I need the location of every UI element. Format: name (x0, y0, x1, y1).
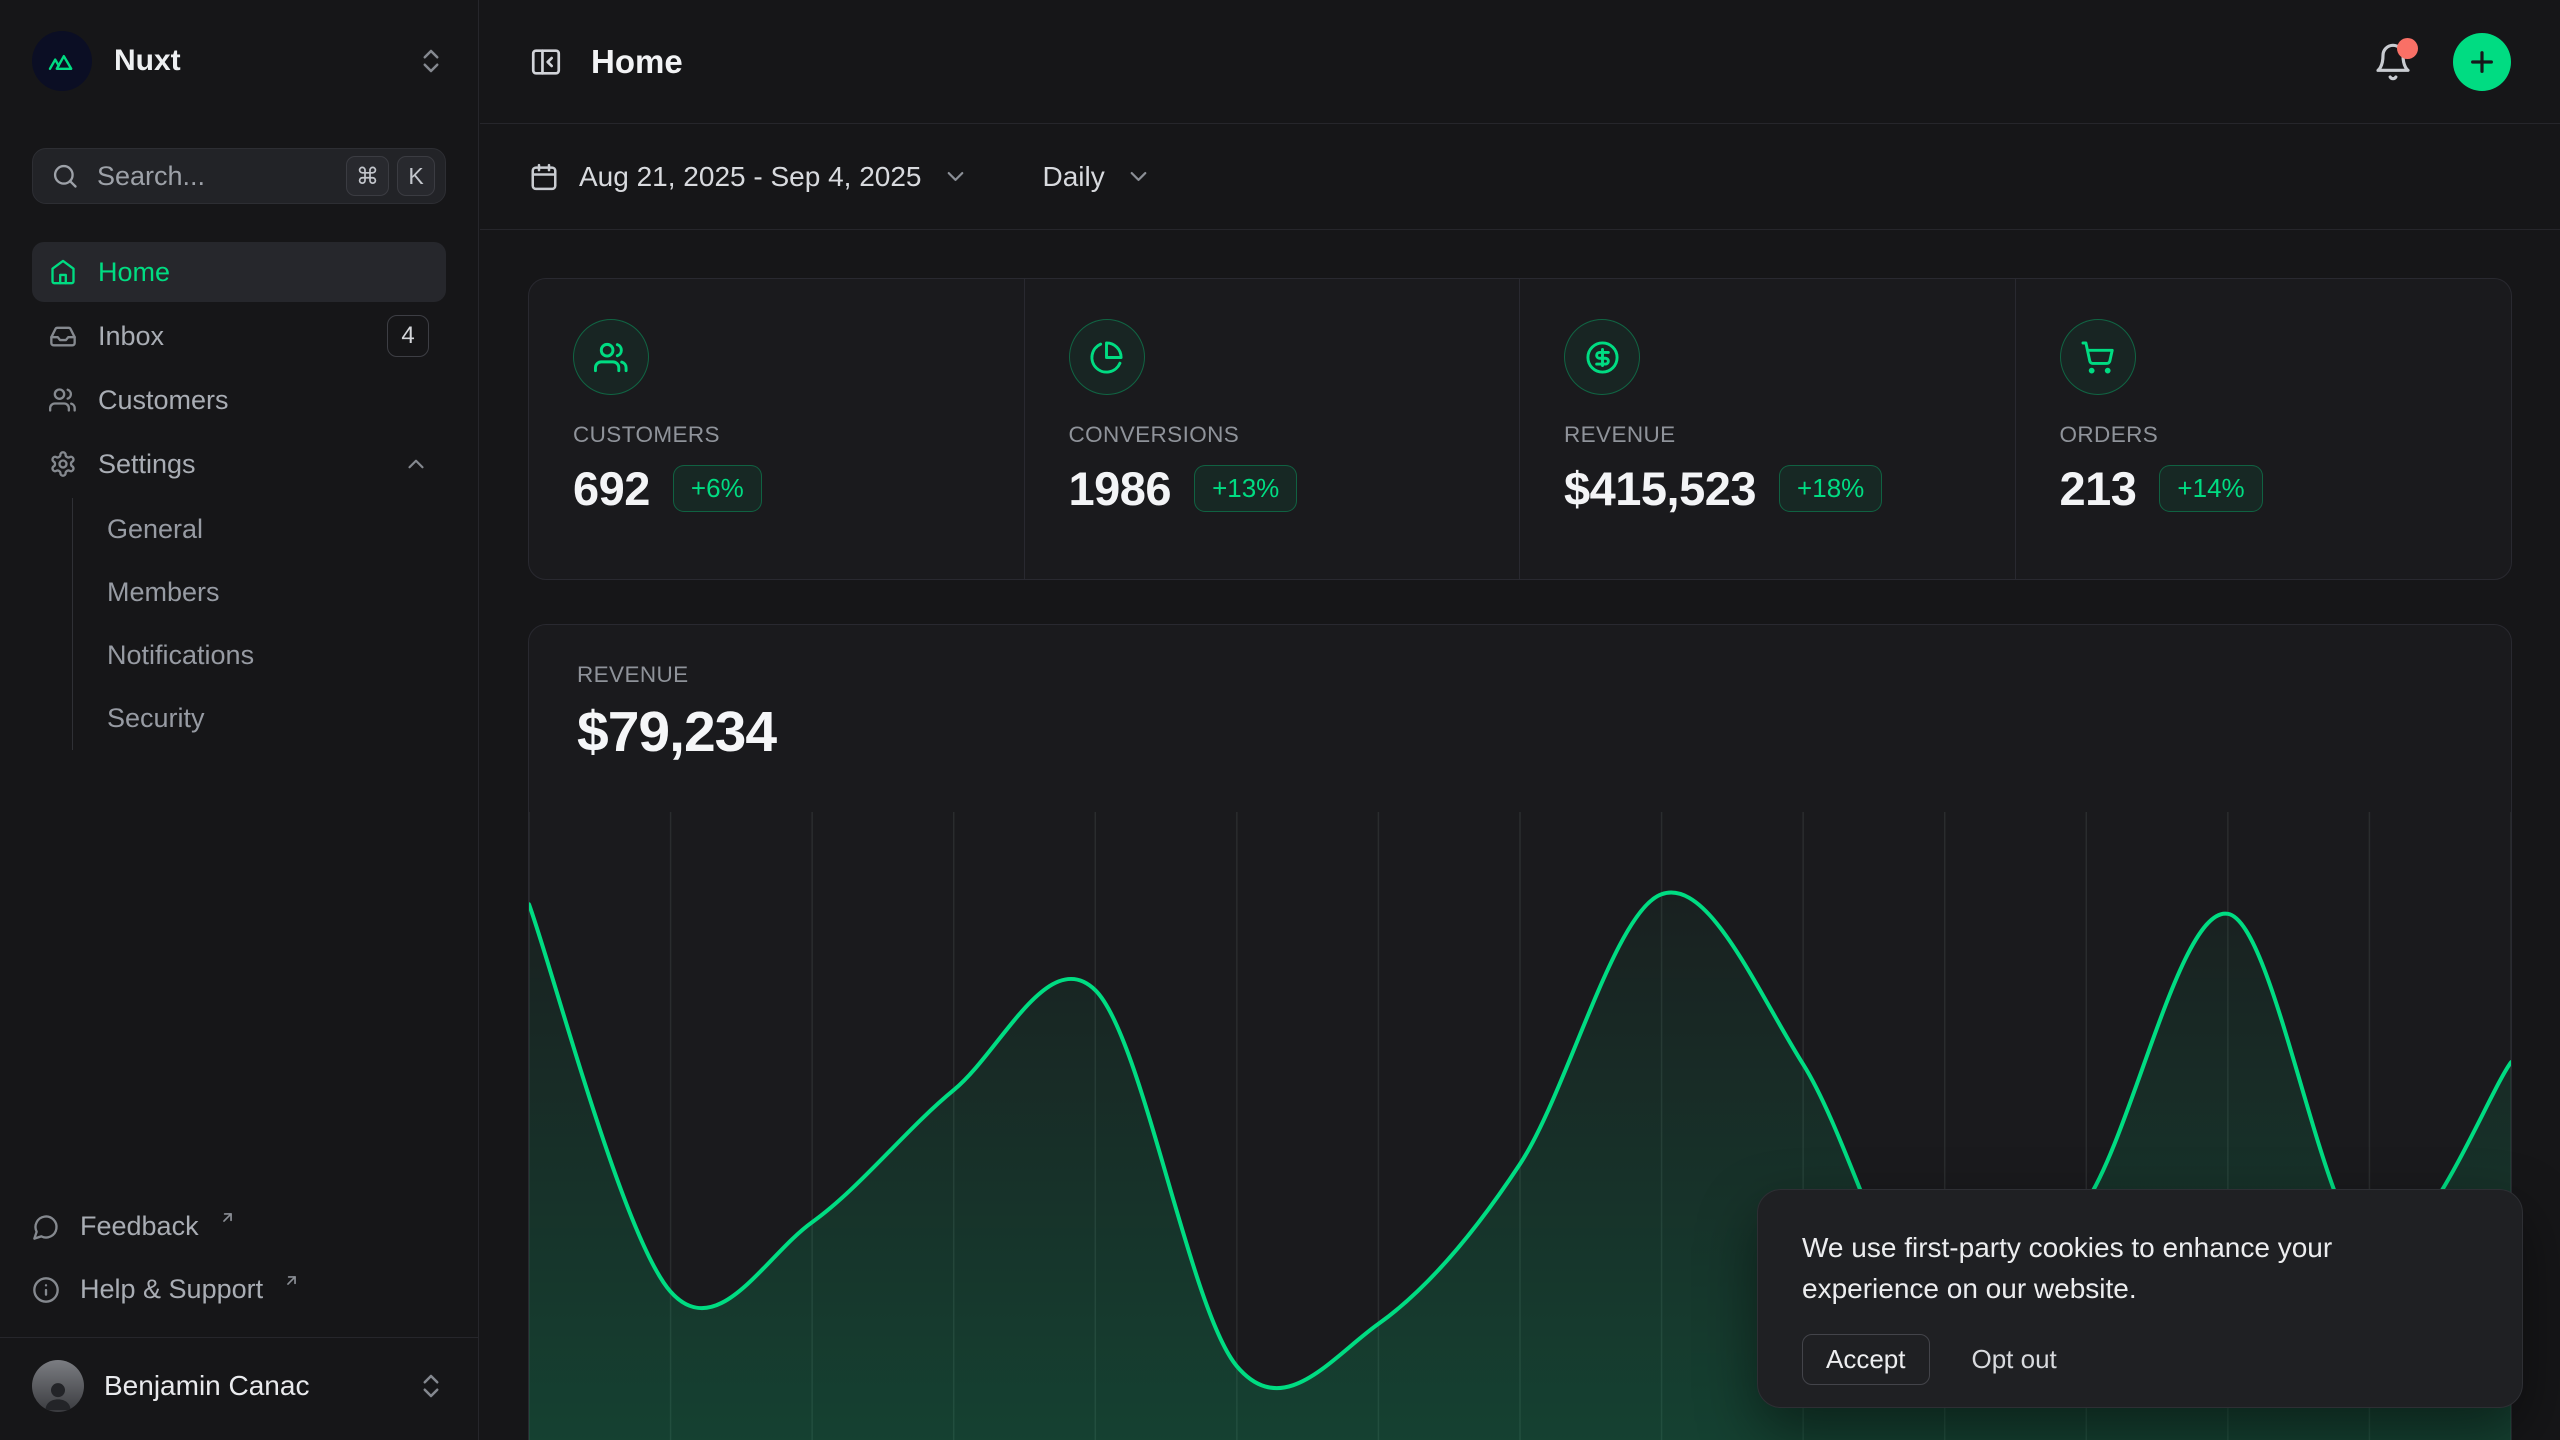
external-link-arrow-icon (219, 1209, 236, 1226)
sidebar-item-label: Inbox (98, 321, 164, 352)
team-name: Nuxt (114, 44, 181, 78)
stat-conversions[interactable]: CONVERSIONS 1986 +13% (1025, 279, 1521, 579)
stat-value: 692 (573, 461, 650, 516)
cookie-consent-toast: We use first-party cookies to enhance yo… (1757, 1189, 2523, 1408)
accept-cookies-button[interactable]: Accept (1802, 1334, 1930, 1385)
updown-chevrons-icon (416, 46, 446, 76)
calendar-icon (529, 162, 559, 192)
gear-icon (49, 450, 77, 478)
stat-value: $415,523 (1564, 461, 1756, 516)
search-icon (51, 162, 79, 190)
avatar (32, 1360, 84, 1412)
stat-label: CONVERSIONS (1069, 422, 1476, 448)
date-range-picker[interactable]: Aug 21, 2025 - Sep 4, 2025 (529, 161, 969, 193)
page-title: Home (591, 43, 683, 81)
date-range-label: Aug 21, 2025 - Sep 4, 2025 (579, 161, 922, 193)
stat-label: REVENUE (1564, 422, 1971, 448)
stat-revenue[interactable]: REVENUE $415,523 +18% (1520, 279, 2016, 579)
stat-value: 1986 (1069, 461, 1172, 516)
plus-icon (2466, 46, 2498, 78)
granularity-select[interactable]: Daily (1043, 161, 1152, 193)
feedback-label: Feedback (80, 1211, 199, 1242)
sidebar: Nuxt Search... ⌘ K Home (0, 0, 479, 1440)
feedback-link[interactable]: Feedback (32, 1195, 446, 1258)
stat-label: ORDERS (2060, 422, 2468, 448)
cart-icon (2060, 319, 2136, 395)
sidebar-item-label: Settings (98, 449, 196, 480)
inbox-icon (49, 322, 77, 350)
help-support-link[interactable]: Help & Support (32, 1258, 446, 1321)
stat-delta-badge: +18% (1779, 465, 1882, 512)
pie-chart-icon (1069, 319, 1145, 395)
external-link-arrow-icon (283, 1272, 300, 1289)
search-placeholder: Search... (97, 161, 205, 192)
users-icon (49, 386, 77, 414)
granularity-label: Daily (1043, 161, 1105, 193)
home-icon (49, 258, 77, 286)
sidebar-item-members[interactable]: Members (107, 561, 446, 624)
kbd-cmd: ⌘ (346, 156, 389, 196)
dollar-circle-icon (1564, 319, 1640, 395)
sidebar-item-inbox[interactable]: Inbox 4 (32, 306, 446, 366)
chevron-down-icon (942, 163, 969, 190)
sidebar-nav: Home Inbox 4 Customers Settings Ge (0, 242, 478, 750)
sidebar-item-notifications[interactable]: Notifications (107, 624, 446, 687)
optout-cookies-button[interactable]: Opt out (1972, 1344, 2057, 1375)
message-circle-icon (32, 1213, 60, 1241)
stat-orders[interactable]: ORDERS 213 +14% (2016, 279, 2512, 579)
user-section: Benjamin Canac (0, 1337, 478, 1440)
chevron-up-icon (403, 451, 429, 477)
sidebar-item-home[interactable]: Home (32, 242, 446, 302)
sidebar-footer: Feedback Help & Support (0, 1195, 478, 1321)
page-header: Home (480, 0, 2560, 124)
settings-subnav: General Members Notifications Security (72, 498, 446, 750)
team-switcher[interactable]: Nuxt (32, 30, 446, 92)
revenue-chart-label: REVENUE (577, 662, 2463, 688)
sidebar-item-settings[interactable]: Settings (32, 434, 446, 494)
search-input[interactable]: Search... ⌘ K (32, 148, 446, 204)
users-icon (573, 319, 649, 395)
user-name: Benjamin Canac (104, 1370, 309, 1402)
help-support-label: Help & Support (80, 1274, 263, 1305)
add-button[interactable] (2453, 33, 2511, 91)
sidebar-item-customers[interactable]: Customers (32, 370, 446, 430)
stat-delta-badge: +6% (673, 465, 762, 512)
chevron-down-icon (1125, 163, 1152, 190)
stat-delta-badge: +14% (2159, 465, 2262, 512)
info-circle-icon (32, 1276, 60, 1304)
nuxt-logo-icon (32, 31, 92, 91)
updown-chevrons-icon (416, 1371, 446, 1401)
filters-toolbar: Aug 21, 2025 - Sep 4, 2025 Daily (480, 124, 2560, 230)
inbox-count-badge: 4 (387, 315, 429, 357)
user-menu[interactable]: Benjamin Canac (32, 1354, 446, 1418)
stat-delta-badge: +13% (1194, 465, 1297, 512)
sidebar-item-label: Customers (98, 385, 229, 416)
revenue-chart-value: $79,234 (577, 699, 2463, 765)
stat-customers[interactable]: CUSTOMERS 692 +6% (529, 279, 1025, 579)
stat-label: CUSTOMERS (573, 422, 980, 448)
notifications-button[interactable] (2373, 42, 2413, 82)
sidebar-item-security[interactable]: Security (107, 687, 446, 750)
collapse-sidebar-button[interactable] (529, 45, 563, 79)
sidebar-item-general[interactable]: General (107, 498, 446, 561)
notification-dot (2397, 38, 2418, 59)
stat-value: 213 (2060, 461, 2137, 516)
kbd-k: K (397, 156, 435, 196)
sidebar-spacer (0, 750, 478, 1195)
sidebar-item-label: Home (98, 257, 170, 288)
stats-card: CUSTOMERS 692 +6% CONVERSIONS 1986 +13% (528, 278, 2512, 580)
cookie-message: We use first-party cookies to enhance yo… (1802, 1227, 2402, 1309)
